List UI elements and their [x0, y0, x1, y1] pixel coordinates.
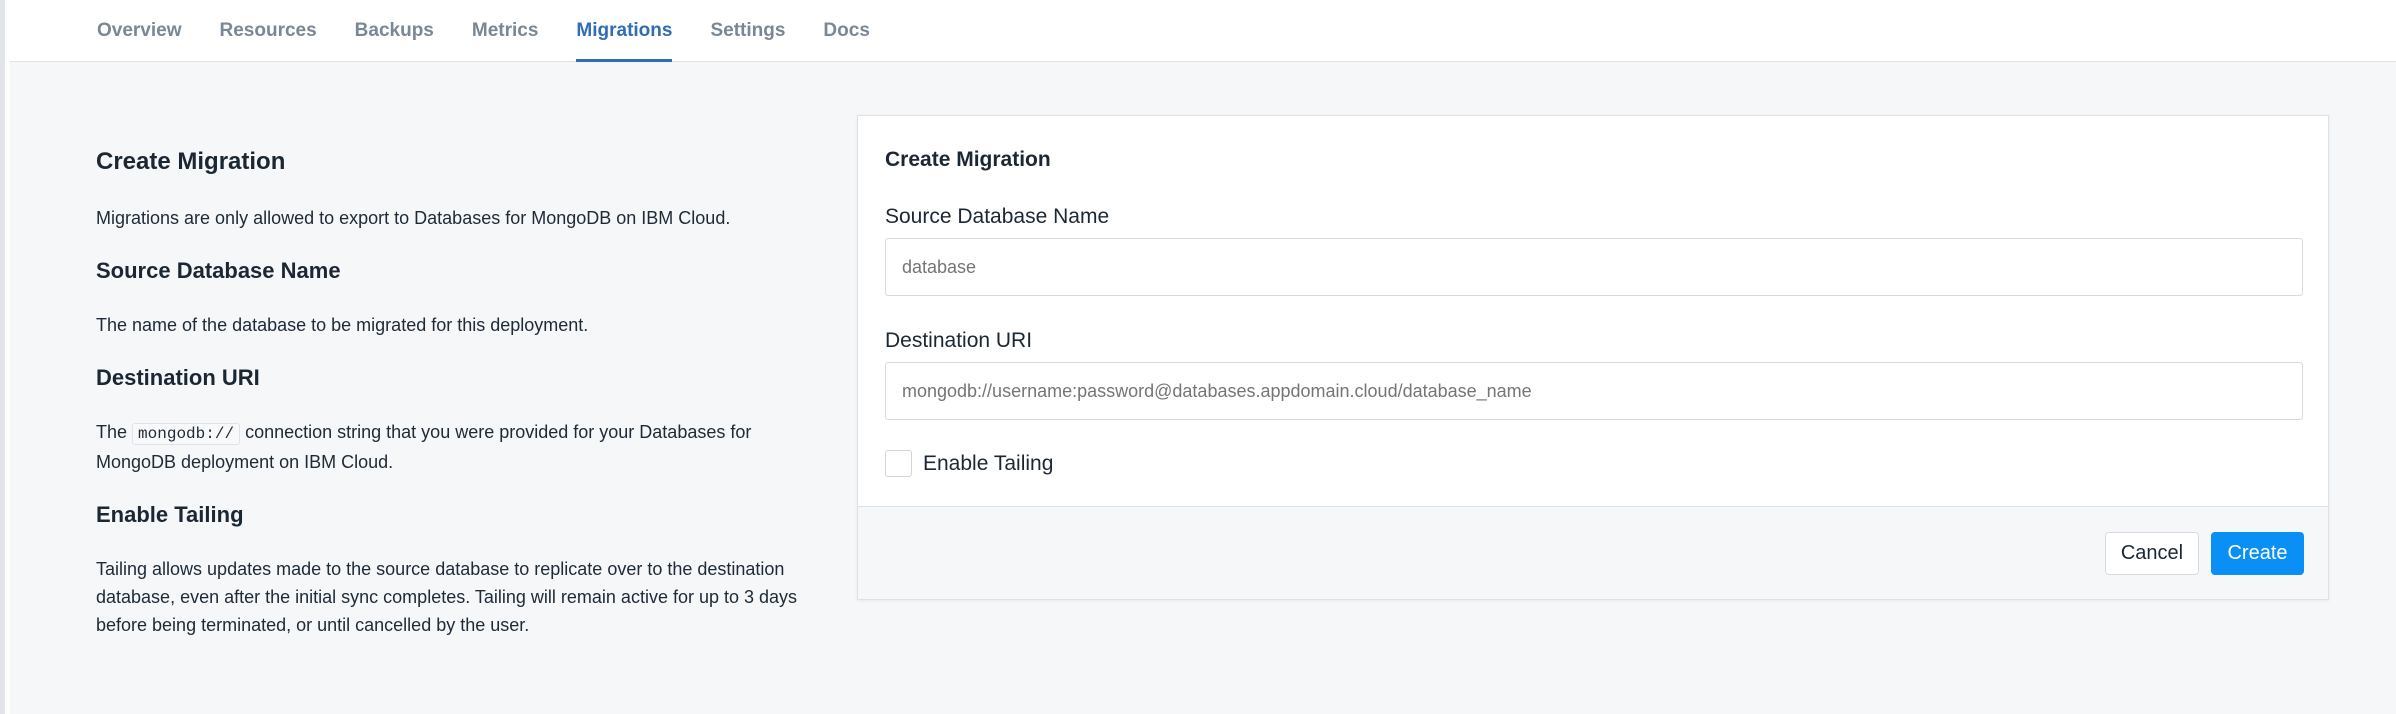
- main-content: Create Migration Migrations are only all…: [10, 62, 2396, 714]
- migration-info-panel: Create Migration Migrations are only all…: [96, 148, 806, 665]
- destination-heading: Destination URI: [96, 365, 260, 390]
- destination-description: The mongodb:// connection string that yo…: [96, 418, 806, 476]
- tab-metrics[interactable]: Metrics: [472, 0, 539, 62]
- destination-uri-input[interactable]: [885, 362, 2303, 420]
- tab-docs[interactable]: Docs: [823, 0, 869, 62]
- app-frame: Overview Resources Backups Metrics Migra…: [0, 0, 2396, 714]
- form-footer: Cancel Create: [858, 506, 2328, 599]
- source-description: The name of the database to be migrated …: [96, 315, 589, 335]
- mongodb-code: mongodb://: [132, 423, 241, 445]
- create-button[interactable]: Create: [2211, 532, 2304, 575]
- tab-resources[interactable]: Resources: [220, 0, 317, 62]
- source-database-input[interactable]: [885, 238, 2303, 296]
- info-title: Create Migration: [96, 148, 286, 175]
- tab-overview[interactable]: Overview: [97, 0, 182, 62]
- tailing-description: Tailing allows updates made to the sourc…: [96, 559, 798, 635]
- info-intro: Migrations are only allowed to export to…: [96, 208, 731, 228]
- enable-tailing-label[interactable]: Enable Tailing: [923, 452, 1053, 476]
- destination-uri-label: Destination URI: [885, 329, 1033, 352]
- cancel-button[interactable]: Cancel: [2105, 532, 2199, 575]
- source-heading: Source Database Name: [96, 258, 341, 283]
- destination-text-before: The: [96, 422, 128, 442]
- create-migration-form: Create Migration Source Database Name De…: [857, 115, 2329, 600]
- enable-tailing-row[interactable]: Enable Tailing: [885, 450, 1053, 477]
- tab-backups[interactable]: Backups: [355, 0, 434, 62]
- nav-tabs: Overview Resources Backups Metrics Migra…: [97, 0, 908, 62]
- top-nav: Overview Resources Backups Metrics Migra…: [10, 0, 2396, 62]
- tailing-heading: Enable Tailing: [96, 502, 244, 527]
- source-database-label: Source Database Name: [885, 205, 1110, 228]
- form-title: Create Migration: [885, 148, 1051, 171]
- tab-settings[interactable]: Settings: [710, 0, 785, 62]
- tab-migrations[interactable]: Migrations: [576, 0, 673, 62]
- enable-tailing-checkbox[interactable]: [885, 450, 912, 477]
